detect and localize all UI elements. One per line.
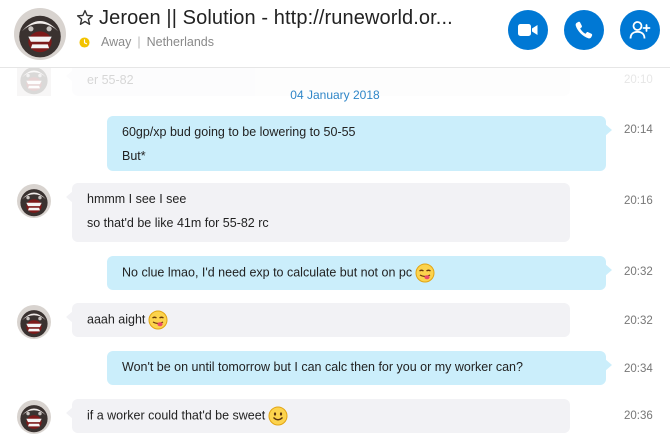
message-text: But*	[122, 149, 146, 163]
smile-emoji	[268, 406, 288, 426]
date-separator: 04 January 2018	[290, 88, 380, 102]
message-list[interactable]: er 55-82 20:10 04 January 2018 60gp/xp b…	[0, 68, 670, 448]
message-timestamp: 20:34	[624, 363, 653, 375]
message-timestamp: 20:32	[624, 315, 653, 327]
message-text: so that'd be like 41m for 55-82 rc	[87, 216, 269, 230]
phone-icon	[575, 21, 593, 39]
message-timestamp: 20:14	[624, 124, 653, 136]
conversation-header: Jeroen || Solution - http://runeworld.or…	[0, 0, 670, 68]
video-camera-icon	[518, 24, 538, 36]
message-timestamp: 20:36	[624, 410, 653, 422]
message-text: No clue lmao, I'd need exp to calculate …	[122, 265, 413, 280]
audio-call-button[interactable]	[564, 10, 604, 50]
outgoing-message[interactable]: 60gp/xp bud going to be lowering to 50-5…	[107, 116, 612, 171]
message-text: aaah aight	[87, 312, 146, 327]
contact-avatar[interactable]	[17, 400, 51, 434]
contact-status: Away | Netherlands	[101, 35, 214, 49]
incoming-message[interactable]: if a worker could that'd be sweet	[66, 399, 570, 433]
contact-location: Netherlands	[146, 35, 214, 49]
contact-avatar[interactable]	[17, 184, 51, 218]
tongue-wink-emoji	[148, 310, 168, 330]
contact-avatar[interactable]	[17, 305, 51, 339]
add-participant-button[interactable]	[620, 10, 660, 50]
incoming-message[interactable]: hmmm I see I see so that'd be like 41m f…	[66, 183, 570, 242]
message-text: Won't be on until tomorrow but I can cal…	[122, 360, 523, 374]
conversation-title[interactable]: Jeroen || Solution - http://runeworld.or…	[99, 7, 453, 30]
message-text: hmmm I see I see	[87, 192, 187, 206]
star-icon[interactable]	[76, 9, 94, 27]
away-clock-icon	[79, 37, 90, 48]
add-person-icon	[629, 21, 651, 39]
contact-avatar[interactable]	[14, 8, 66, 60]
message-text: er 55-82	[87, 73, 134, 87]
message-timestamp: 20:32	[624, 266, 653, 278]
outgoing-message[interactable]: Won't be on until tomorrow but I can cal…	[107, 351, 612, 385]
outgoing-message[interactable]: No clue lmao, I'd need exp to calculate …	[107, 256, 612, 290]
video-call-button[interactable]	[508, 10, 548, 50]
message-text: 60gp/xp bud going to be lowering to 50-5…	[122, 125, 356, 139]
incoming-message[interactable]: aaah aight	[66, 303, 570, 337]
message-text: if a worker could that'd be sweet	[87, 408, 266, 423]
message-timestamp: 20:16	[624, 195, 653, 207]
message-timestamp: 20:10	[624, 74, 653, 86]
presence-status: Away	[101, 35, 132, 49]
tongue-wink-emoji	[415, 263, 435, 283]
